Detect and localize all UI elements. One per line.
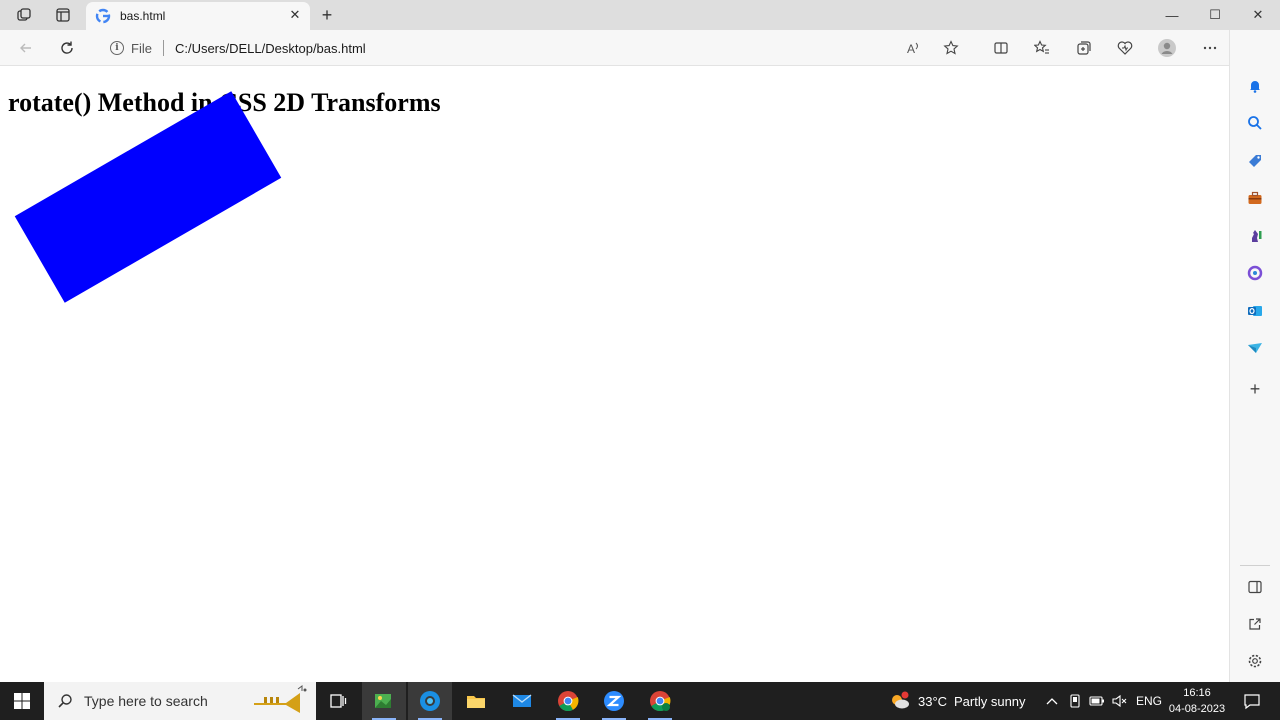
outlook-icon[interactable] bbox=[1244, 300, 1266, 322]
bell-icon[interactable] bbox=[1244, 75, 1266, 97]
browser-toolbar: i File C:/Users/DELL/Desktop/bas.html A bbox=[0, 30, 1232, 66]
favorite-star-icon[interactable] bbox=[940, 37, 962, 59]
more-menu-icon[interactable] bbox=[1199, 37, 1221, 59]
toolbox-icon[interactable] bbox=[1244, 187, 1266, 209]
tab-bas-html[interactable]: bas.html ✕ bbox=[86, 2, 310, 30]
notification-center-icon[interactable] bbox=[1240, 682, 1264, 720]
favorites-icon[interactable] bbox=[1031, 37, 1053, 59]
edge-app-icon[interactable] bbox=[408, 682, 452, 720]
info-icon[interactable]: i bbox=[110, 41, 124, 55]
office-icon[interactable] bbox=[1244, 262, 1266, 284]
weather-condition[interactable]: Partly sunny bbox=[954, 682, 1026, 720]
close-window-button[interactable]: ✕ bbox=[1236, 0, 1280, 30]
chess-icon[interactable] bbox=[1244, 225, 1266, 247]
taskbar-search-box[interactable]: Type here to search bbox=[44, 682, 316, 720]
device-icon[interactable] bbox=[1065, 682, 1085, 720]
trumpet-illustration-icon bbox=[250, 685, 310, 720]
address-scheme-label: File bbox=[131, 40, 152, 56]
new-tab-button[interactable]: + bbox=[316, 4, 338, 26]
search-icon[interactable] bbox=[1244, 112, 1266, 134]
weather-icon[interactable] bbox=[888, 682, 912, 720]
chrome-profile-icon[interactable] bbox=[638, 682, 682, 720]
chevron-up-icon[interactable] bbox=[1042, 682, 1062, 720]
edge-sidebar: + bbox=[1229, 30, 1280, 682]
title-bar: bas.html ✕ + — ☐ ✕ bbox=[0, 0, 1280, 30]
minimize-button[interactable]: — bbox=[1150, 0, 1194, 30]
refresh-button[interactable] bbox=[54, 35, 80, 61]
add-icon[interactable]: + bbox=[1244, 378, 1266, 400]
file-explorer-icon[interactable] bbox=[454, 682, 498, 720]
windows-start-icon[interactable] bbox=[0, 682, 44, 720]
tag-icon[interactable] bbox=[1244, 150, 1266, 172]
sidebar-toggle-icon[interactable] bbox=[1244, 576, 1266, 598]
back-button[interactable] bbox=[13, 35, 39, 61]
address-separator bbox=[162, 40, 164, 56]
split-screen-icon[interactable] bbox=[990, 37, 1012, 59]
address-bar[interactable]: i File C:/Users/DELL/Desktop/bas.html bbox=[102, 33, 982, 63]
open-external-icon[interactable] bbox=[1244, 613, 1266, 635]
settings-icon[interactable] bbox=[1244, 650, 1266, 672]
address-url[interactable]: C:/Users/DELL/Desktop/bas.html bbox=[175, 41, 366, 56]
battery-icon[interactable] bbox=[1087, 682, 1107, 720]
mail-icon[interactable] bbox=[500, 682, 544, 720]
browser-essentials-icon[interactable] bbox=[1114, 37, 1136, 59]
photos-app-icon[interactable] bbox=[362, 682, 406, 720]
collections-icon[interactable] bbox=[1073, 37, 1095, 59]
sidebar-divider bbox=[1240, 565, 1270, 566]
page-content: rotate() Method in CSS 2D Transforms bbox=[0, 67, 1228, 682]
clock[interactable]: 16:16 04-08-2023 bbox=[1163, 685, 1231, 717]
clock-date: 04-08-2023 bbox=[1168, 703, 1226, 715]
weather-temperature[interactable]: 33°C bbox=[918, 682, 947, 720]
maximize-button[interactable]: ☐ bbox=[1193, 0, 1237, 30]
search-icon bbox=[56, 692, 74, 710]
rotated-blue-box bbox=[14, 91, 282, 303]
clock-time: 16:16 bbox=[1183, 687, 1211, 699]
send-icon[interactable] bbox=[1244, 337, 1266, 359]
language-indicator[interactable]: ENG bbox=[1136, 682, 1162, 720]
tab-actions-icon[interactable] bbox=[50, 4, 76, 26]
svg-text:A: A bbox=[907, 42, 915, 56]
chrome-icon[interactable] bbox=[546, 682, 590, 720]
workspaces-icon[interactable] bbox=[11, 4, 37, 26]
read-aloud-icon[interactable]: A bbox=[903, 37, 925, 59]
tab-title: bas.html bbox=[120, 9, 166, 23]
google-favicon-icon bbox=[95, 8, 111, 24]
profile-avatar-icon[interactable] bbox=[1156, 37, 1178, 59]
windows-taskbar: Type here to search 33°C Partly sunny EN… bbox=[0, 682, 1280, 720]
task-view-icon[interactable] bbox=[316, 682, 360, 720]
search-placeholder: Type here to search bbox=[84, 693, 208, 709]
close-tab-icon[interactable]: ✕ bbox=[287, 7, 303, 23]
zoom-app-icon[interactable] bbox=[592, 682, 636, 720]
speaker-muted-icon[interactable] bbox=[1109, 682, 1129, 720]
